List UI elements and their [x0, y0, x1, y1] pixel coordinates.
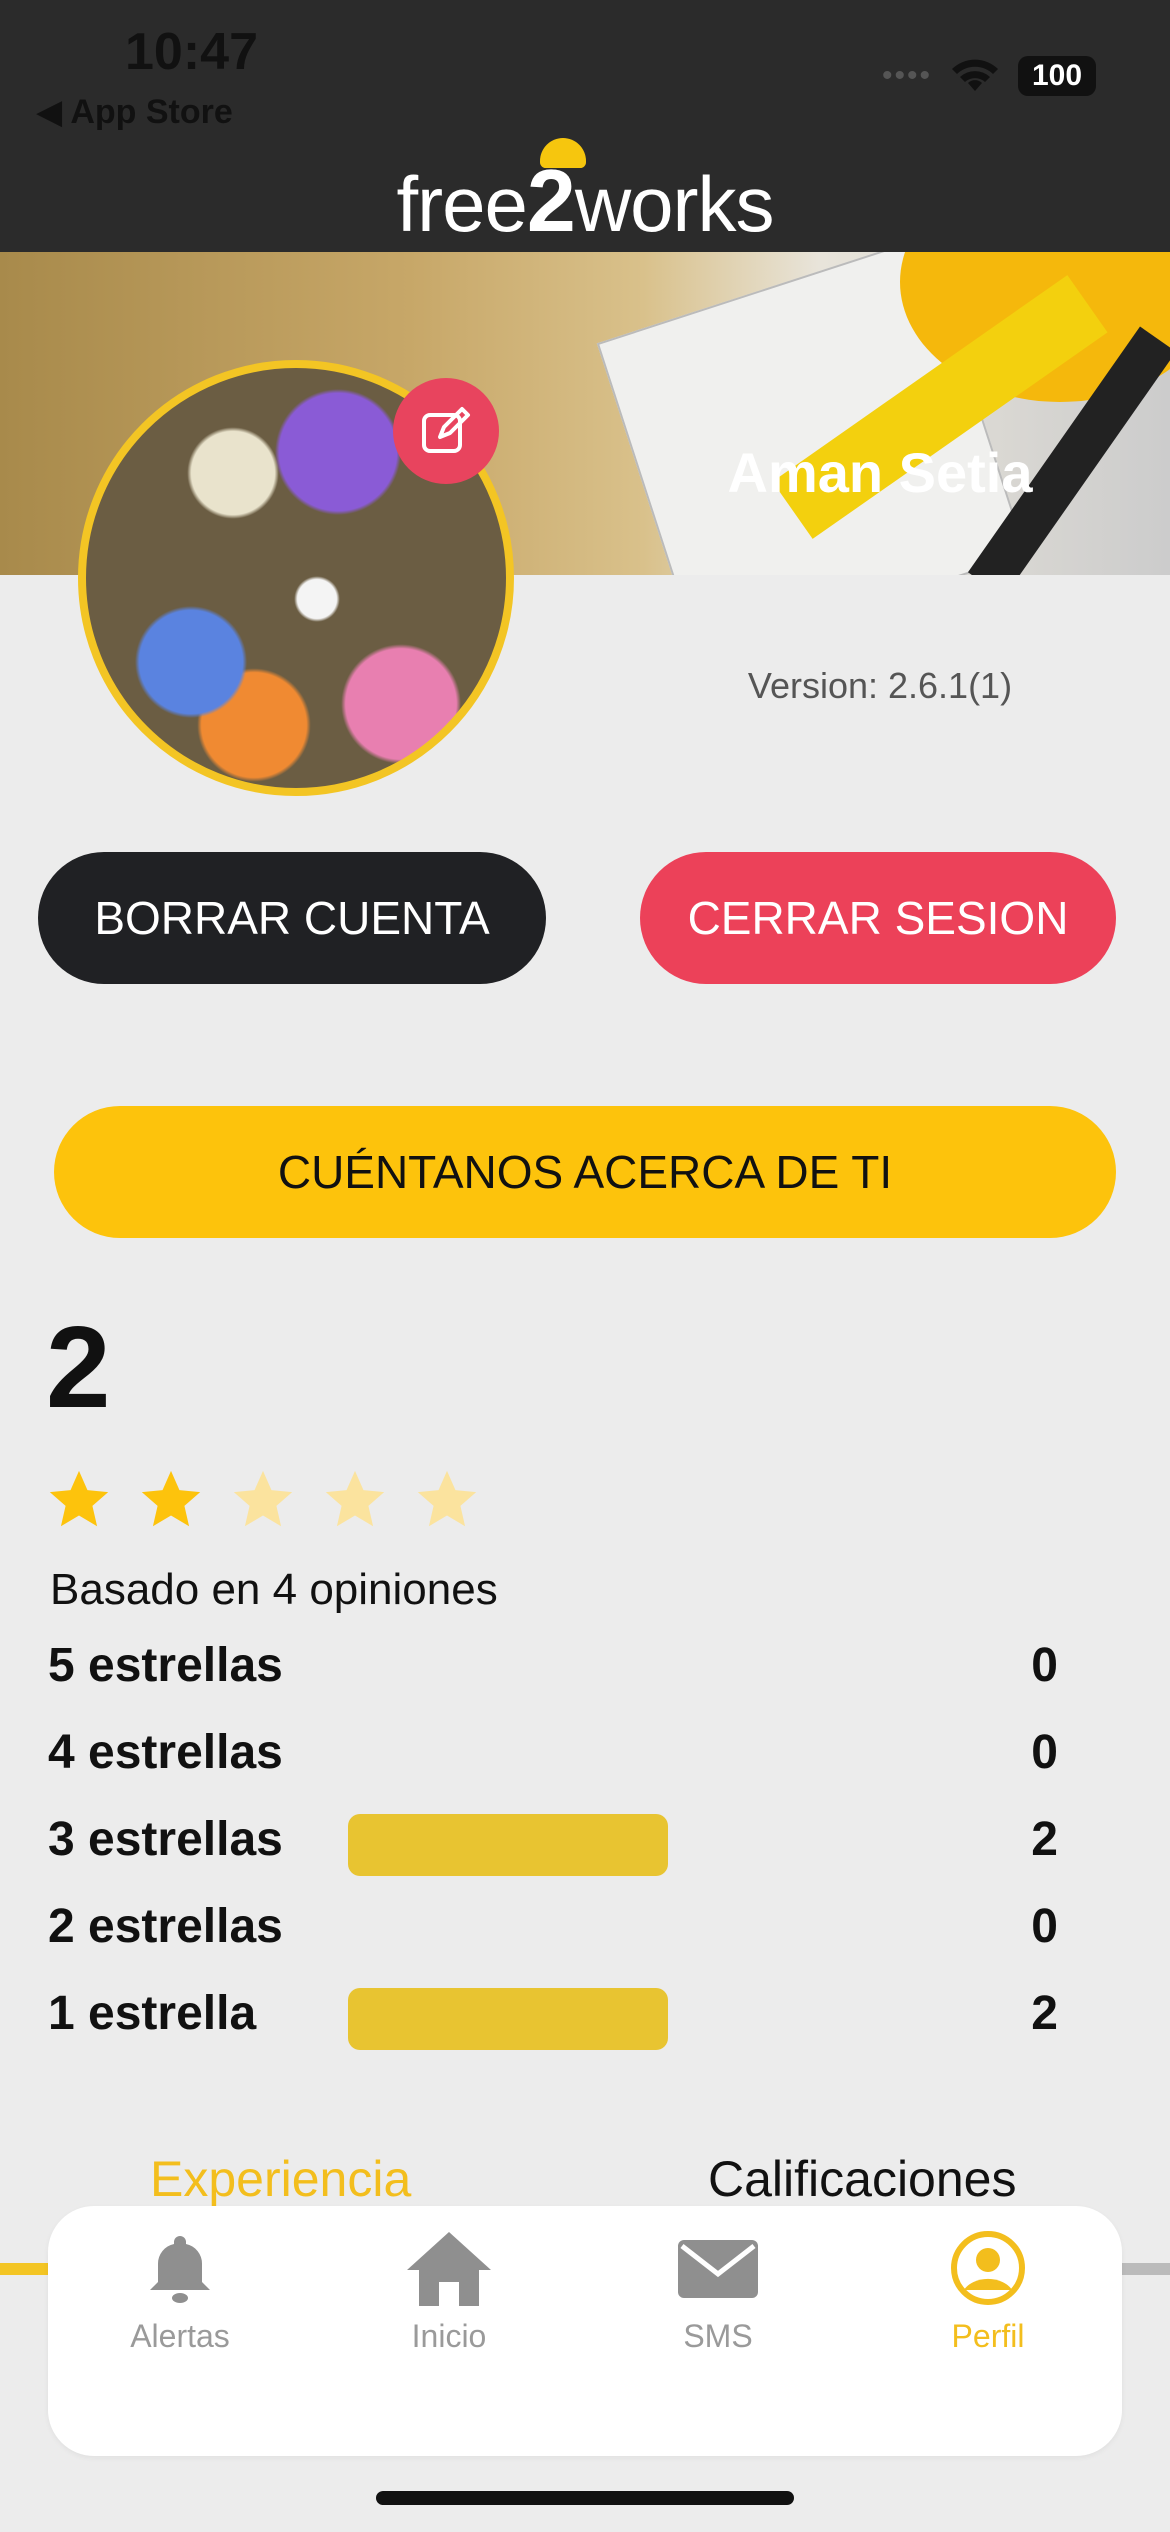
rating-row-count: 2 — [1031, 1987, 1058, 2040]
wifi-icon — [952, 59, 998, 91]
nav-label: SMS — [683, 2318, 753, 2354]
nav-label: Perfil — [951, 2318, 1025, 2354]
rating-row-label: 5 estrellas — [48, 1639, 283, 1692]
home-indicator — [376, 2491, 794, 2505]
rating-stars — [44, 1465, 482, 1535]
rating-row-count: 0 — [1031, 1639, 1058, 1692]
rating-row-count: 0 — [1031, 1900, 1058, 1953]
rating-row-1: 1 estrella 2 — [48, 1986, 1058, 2050]
rating-row-bar — [348, 1988, 668, 2050]
rating-score: 2 — [46, 1302, 111, 1432]
tab-line-left — [0, 2263, 48, 2275]
star-empty-icon — [233, 1470, 293, 1527]
nav-label: Alertas — [130, 2318, 230, 2354]
app-version: Version: 2.6.1(1) — [747, 665, 1013, 706]
rating-row-label: 2 estrellas — [48, 1900, 283, 1953]
about-you-button[interactable]: CUÉNTANOS ACERCA DE TI — [54, 1106, 1116, 1238]
tab-experiencia[interactable]: Experiencia — [150, 2150, 411, 2208]
star-empty-icon — [325, 1470, 385, 1527]
edit-avatar-button[interactable] — [393, 378, 499, 484]
signal-icon: •••• — [881, 59, 932, 92]
nav-label: Inicio — [411, 2318, 487, 2354]
rating-row-count: 0 — [1031, 1726, 1058, 1779]
nav-alertas[interactable]: Alertas — [80, 2228, 280, 2355]
battery-indicator: 100 — [1018, 56, 1096, 96]
app-logo: free2works — [0, 150, 1170, 252]
star-filled-icon — [49, 1470, 109, 1527]
mail-icon — [678, 2240, 758, 2298]
reviews-count-text: Basado en 4 opiniones — [50, 1565, 498, 1614]
delete-account-button[interactable]: BORRAR CUENTA — [38, 852, 546, 984]
logo-text-free: free — [396, 160, 527, 248]
bell-icon — [150, 2236, 210, 2303]
back-to-app-store-link[interactable]: ◀ App Store — [36, 92, 233, 132]
logo-text-2: 2 — [526, 151, 576, 250]
rating-row-2: 2 estrellas 0 — [48, 1899, 1058, 1959]
status-time: 10:47 — [125, 23, 258, 81]
rating-row-bar — [348, 1814, 668, 1876]
nav-sms[interactable]: SMS — [618, 2228, 818, 2355]
logo-text-works: works — [574, 160, 775, 248]
rating-row-3: 3 estrellas 2 — [48, 1812, 1058, 1876]
nav-perfil[interactable]: Perfil — [888, 2228, 1088, 2355]
nav-inicio[interactable]: Inicio — [349, 2228, 549, 2355]
rating-row-4: 4 estrellas 0 — [48, 1725, 1058, 1785]
star-filled-icon — [141, 1470, 201, 1527]
rating-row-5: 5 estrellas 0 — [48, 1638, 1058, 1698]
star-empty-icon — [417, 1470, 477, 1527]
rating-row-label: 4 estrellas — [48, 1726, 283, 1779]
edit-icon — [422, 407, 470, 453]
rating-row-count: 2 — [1031, 1813, 1058, 1866]
home-icon — [407, 2232, 491, 2306]
tab-line-right — [1122, 2263, 1170, 2275]
rating-row-label: 3 estrellas — [48, 1813, 283, 1866]
profile-icon — [951, 2231, 1025, 2305]
logout-button[interactable]: CERRAR SESION — [640, 852, 1116, 984]
rating-row-label: 1 estrella — [48, 1987, 257, 2040]
profile-name: Aman Setia — [727, 441, 1033, 504]
tab-calificaciones[interactable]: Calificaciones — [708, 2150, 1016, 2208]
status-icons: •••• 100 — [882, 56, 1096, 96]
